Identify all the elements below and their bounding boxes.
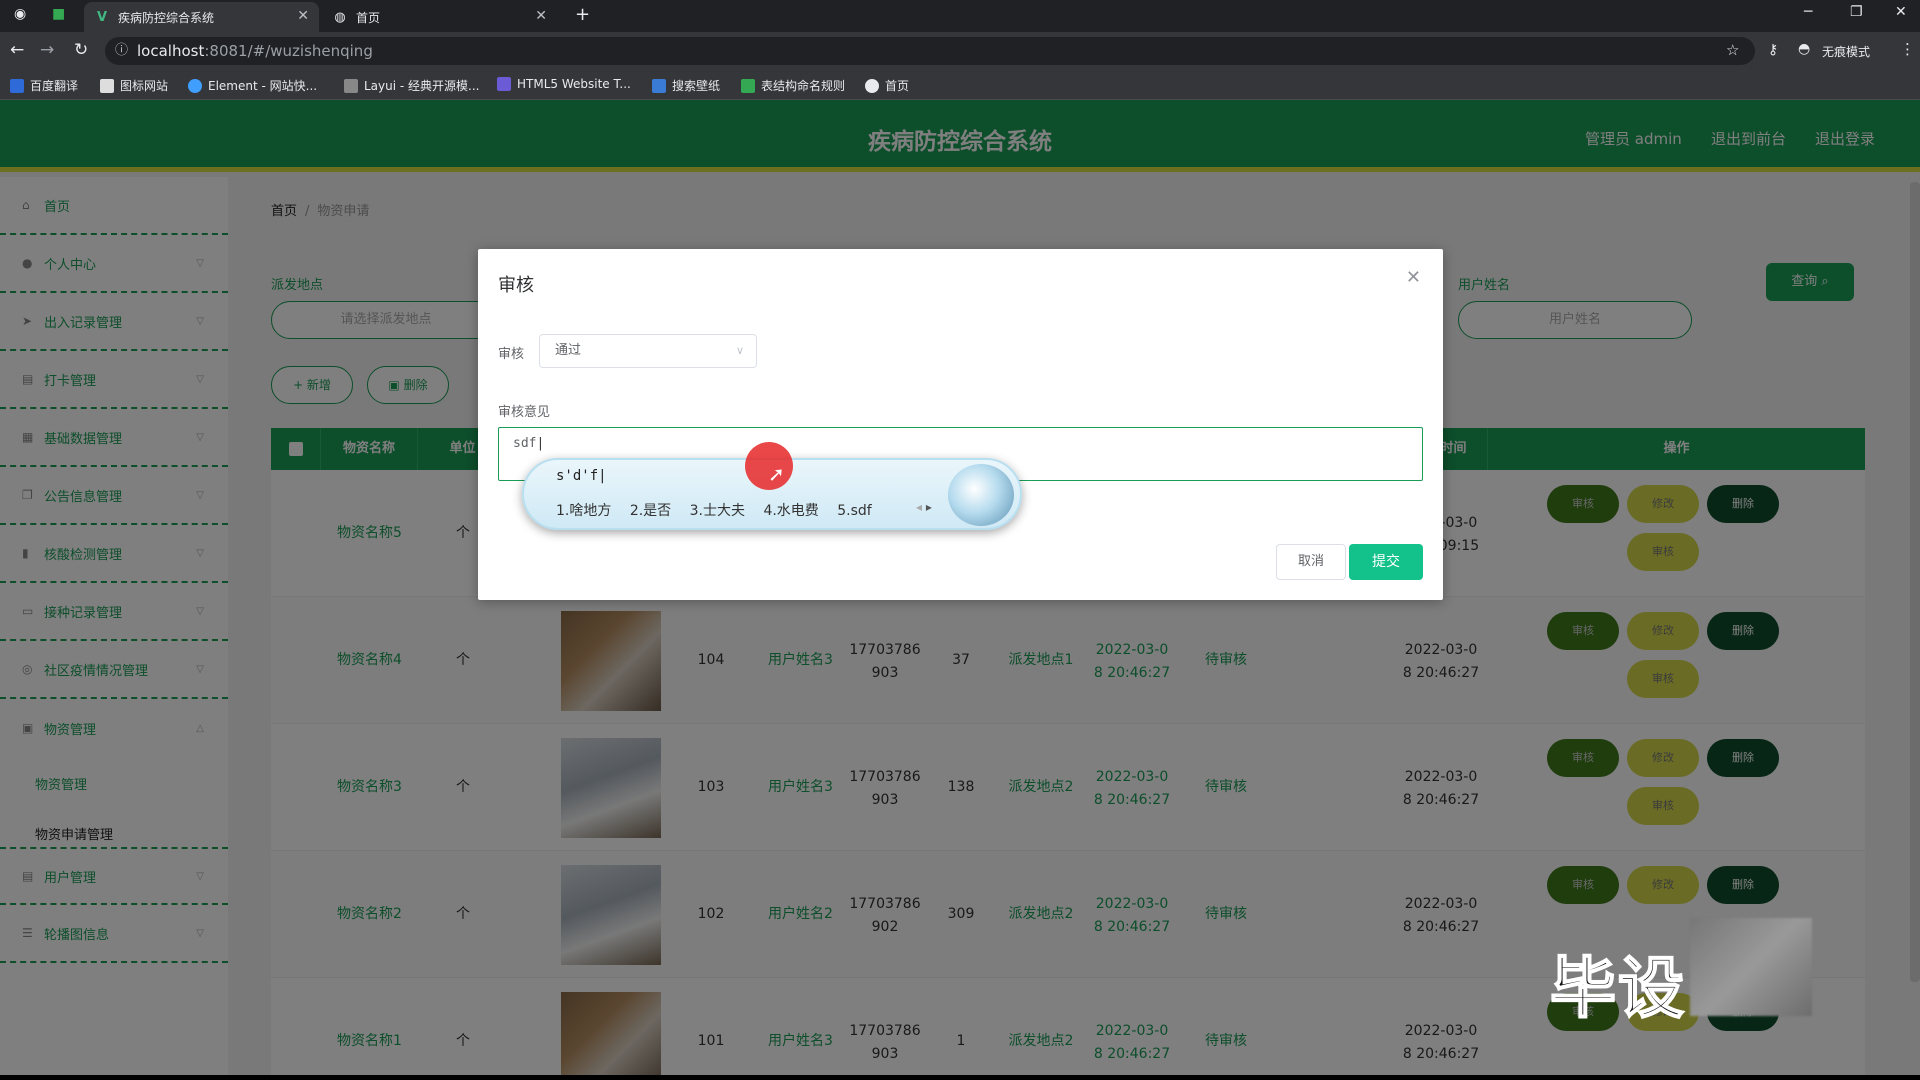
translate-icon bbox=[10, 78, 24, 93]
bookmark-item[interactable]: 百度翻译 bbox=[10, 77, 78, 94]
ime-skin-decoration bbox=[948, 464, 1014, 526]
close-window-icon[interactable]: ✕ bbox=[1895, 4, 1907, 20]
restore-icon[interactable]: ❐ bbox=[1850, 4, 1863, 20]
incognito-label: 无痕模式 bbox=[1822, 45, 1871, 59]
vue-icon: V bbox=[96, 9, 108, 25]
ime-page-nav[interactable]: ◂ ▸ bbox=[916, 500, 932, 514]
url-host: localhost bbox=[137, 42, 205, 60]
forward-icon[interactable]: → bbox=[40, 40, 54, 60]
close-icon[interactable]: ✕ bbox=[1406, 267, 1421, 288]
tab-group-icon[interactable]: ■ bbox=[52, 6, 65, 22]
star-icon[interactable]: ☆ bbox=[1726, 41, 1739, 59]
bookmark-item[interactable]: 搜索壁纸 bbox=[652, 77, 720, 94]
ime-candidate[interactable]: 1.啥地方 bbox=[556, 503, 611, 519]
submit-button[interactable]: 提交 bbox=[1349, 544, 1423, 580]
url-field[interactable]: ⓘ localhost:8081/#/wuzishenqing bbox=[105, 37, 1755, 65]
review-label: 审核 bbox=[498, 347, 525, 362]
ime-candidate[interactable]: 3.士大夫 bbox=[690, 503, 745, 519]
close-icon[interactable]: ✕ bbox=[535, 8, 547, 24]
minimize-icon[interactable]: ─ bbox=[1804, 4, 1812, 20]
info-icon[interactable]: ⓘ bbox=[115, 37, 128, 65]
back-icon[interactable]: ← bbox=[10, 40, 24, 60]
url-path: :8081/#/wuzishenqing bbox=[204, 42, 373, 60]
opinion-text: sdf bbox=[513, 436, 537, 451]
bookmark-item[interactable]: 表结构命名规则 bbox=[741, 77, 845, 94]
address-bar: ← → ↻ ⓘ localhost:8081/#/wuzishenqing ☆ … bbox=[0, 32, 1920, 70]
key-icon[interactable]: ⚷ bbox=[1768, 42, 1778, 58]
watermark-text: 毕设 bbox=[1549, 949, 1686, 1028]
dialog-title: 审核 bbox=[498, 275, 534, 296]
tab-home[interactable]: ◍ 首页 ✕ bbox=[322, 2, 557, 32]
cancel-button[interactable]: 取消 bbox=[1276, 544, 1346, 580]
tab-system[interactable]: V 疾病防控综合系统 ✕ bbox=[84, 2, 319, 32]
flag-icon bbox=[100, 78, 114, 93]
new-tab-icon[interactable]: + bbox=[575, 4, 590, 25]
ime-candidates: 1.啥地方 2.是否 3.士大夫 4.水电费 5.sdf bbox=[556, 500, 886, 520]
chevron-down-icon: ∨ bbox=[735, 344, 744, 357]
bookmark-item[interactable]: Element - 网站快... bbox=[188, 77, 317, 94]
browser-tabbar: ◉ ■ V 疾病防控综合系统 ✕ ◍ 首页 ✕ + ─ ❐ ✕ bbox=[0, 0, 1920, 32]
globe-icon: ◍ bbox=[334, 9, 346, 25]
ime-candidate[interactable]: 2.是否 bbox=[630, 503, 671, 519]
ime-candidate[interactable]: 5.sdf bbox=[837, 503, 871, 519]
review-dialog: 审核 ✕ 审核 通过 ∨ 审核意见 sdf| 取消 提交 bbox=[478, 249, 1443, 600]
kebab-menu-icon[interactable]: ⋮ bbox=[1900, 40, 1915, 58]
blurred-area bbox=[1690, 918, 1812, 1016]
close-icon[interactable]: ✕ bbox=[297, 8, 309, 24]
element-icon bbox=[188, 78, 202, 93]
layui-icon bbox=[344, 78, 358, 93]
reload-icon[interactable]: ↻ bbox=[74, 40, 88, 60]
wallpaper-icon bbox=[652, 78, 666, 93]
incognito-icon: ◓ bbox=[1798, 41, 1811, 57]
doc-icon bbox=[741, 78, 755, 93]
review-select[interactable]: 通过 ∨ bbox=[539, 334, 757, 368]
tab-title: 首页 bbox=[356, 10, 381, 25]
review-select-value: 通过 bbox=[555, 343, 582, 358]
bookmark-item[interactable]: 图标网站 bbox=[100, 77, 168, 94]
bottom-edge bbox=[0, 1075, 1920, 1080]
bookmark-item[interactable]: Layui - 经典开源模... bbox=[344, 77, 479, 94]
opinion-label: 审核意见 bbox=[498, 405, 551, 420]
globe-icon bbox=[865, 78, 879, 93]
triangle-right-icon[interactable]: ▸ bbox=[926, 500, 932, 514]
ime-candidate[interactable]: 4.水电费 bbox=[763, 503, 818, 519]
chrome-menu-icon[interactable]: ◉ bbox=[14, 6, 26, 22]
triangle-left-icon[interactable]: ◂ bbox=[916, 500, 922, 514]
bookmark-item[interactable]: HTML5 Website T... bbox=[497, 77, 631, 91]
html5-icon bbox=[497, 77, 511, 91]
mouse-pointer-icon: ➚ bbox=[768, 462, 785, 486]
ime-composition: s'd'f| bbox=[556, 468, 607, 484]
tab-title: 疾病防控综合系统 bbox=[118, 10, 215, 25]
bookmarks-bar: 百度翻译 图标网站 Element - 网站快... Layui - 经典开源模… bbox=[0, 70, 1920, 100]
bookmark-item[interactable]: 首页 bbox=[865, 77, 909, 94]
